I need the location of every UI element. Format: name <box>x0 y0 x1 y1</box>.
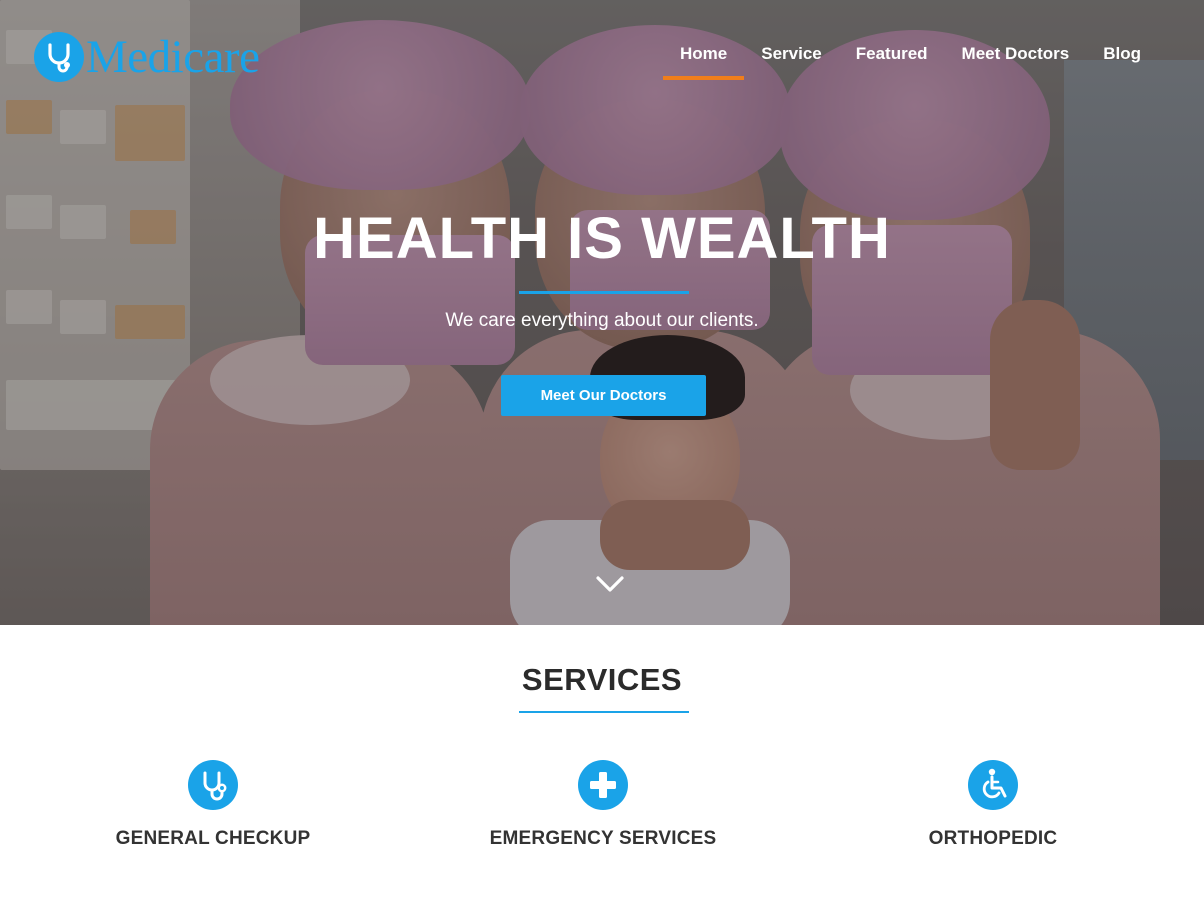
services-title-divider <box>519 711 689 713</box>
hero-subtitle: We care everything about our clients. <box>445 310 759 331</box>
brand-name: Medicare <box>86 31 260 83</box>
stethoscope-icon <box>188 760 238 810</box>
hero-title: HEALTH IS WEALTH <box>313 206 891 271</box>
nav-item-blog[interactable]: Blog <box>1086 42 1158 80</box>
nav-item-home[interactable]: Home <box>663 42 745 80</box>
hero-title-divider <box>519 291 689 294</box>
main-navigation: Home Service Featured Meet Doctors Blog <box>663 42 1158 80</box>
service-general-checkup[interactable]: GENERAL CHECKUP <box>33 760 393 850</box>
service-label: GENERAL CHECKUP <box>115 828 311 849</box>
service-label: EMERGENCY SERVICES <box>489 828 717 849</box>
chevron-down-icon[interactable] <box>593 570 627 600</box>
meet-our-doctors-button[interactable]: Meet Our Doctors <box>501 375 706 416</box>
service-orthopedic[interactable]: ORTHOPEDIC <box>813 760 1173 850</box>
brand-logo[interactable]: Medicare <box>34 30 260 84</box>
wheelchair-icon <box>968 760 1018 810</box>
services-title: SERVICES <box>521 662 683 697</box>
nav-item-meet-doctors[interactable]: Meet Doctors <box>945 42 1087 80</box>
plus-icon <box>578 760 628 810</box>
stethoscope-icon <box>34 32 84 82</box>
nav-item-service[interactable]: Service <box>744 42 839 80</box>
service-label: ORTHOPEDIC <box>928 828 1058 849</box>
service-emergency[interactable]: EMERGENCY SERVICES <box>423 760 783 850</box>
nav-item-featured[interactable]: Featured <box>839 42 945 80</box>
